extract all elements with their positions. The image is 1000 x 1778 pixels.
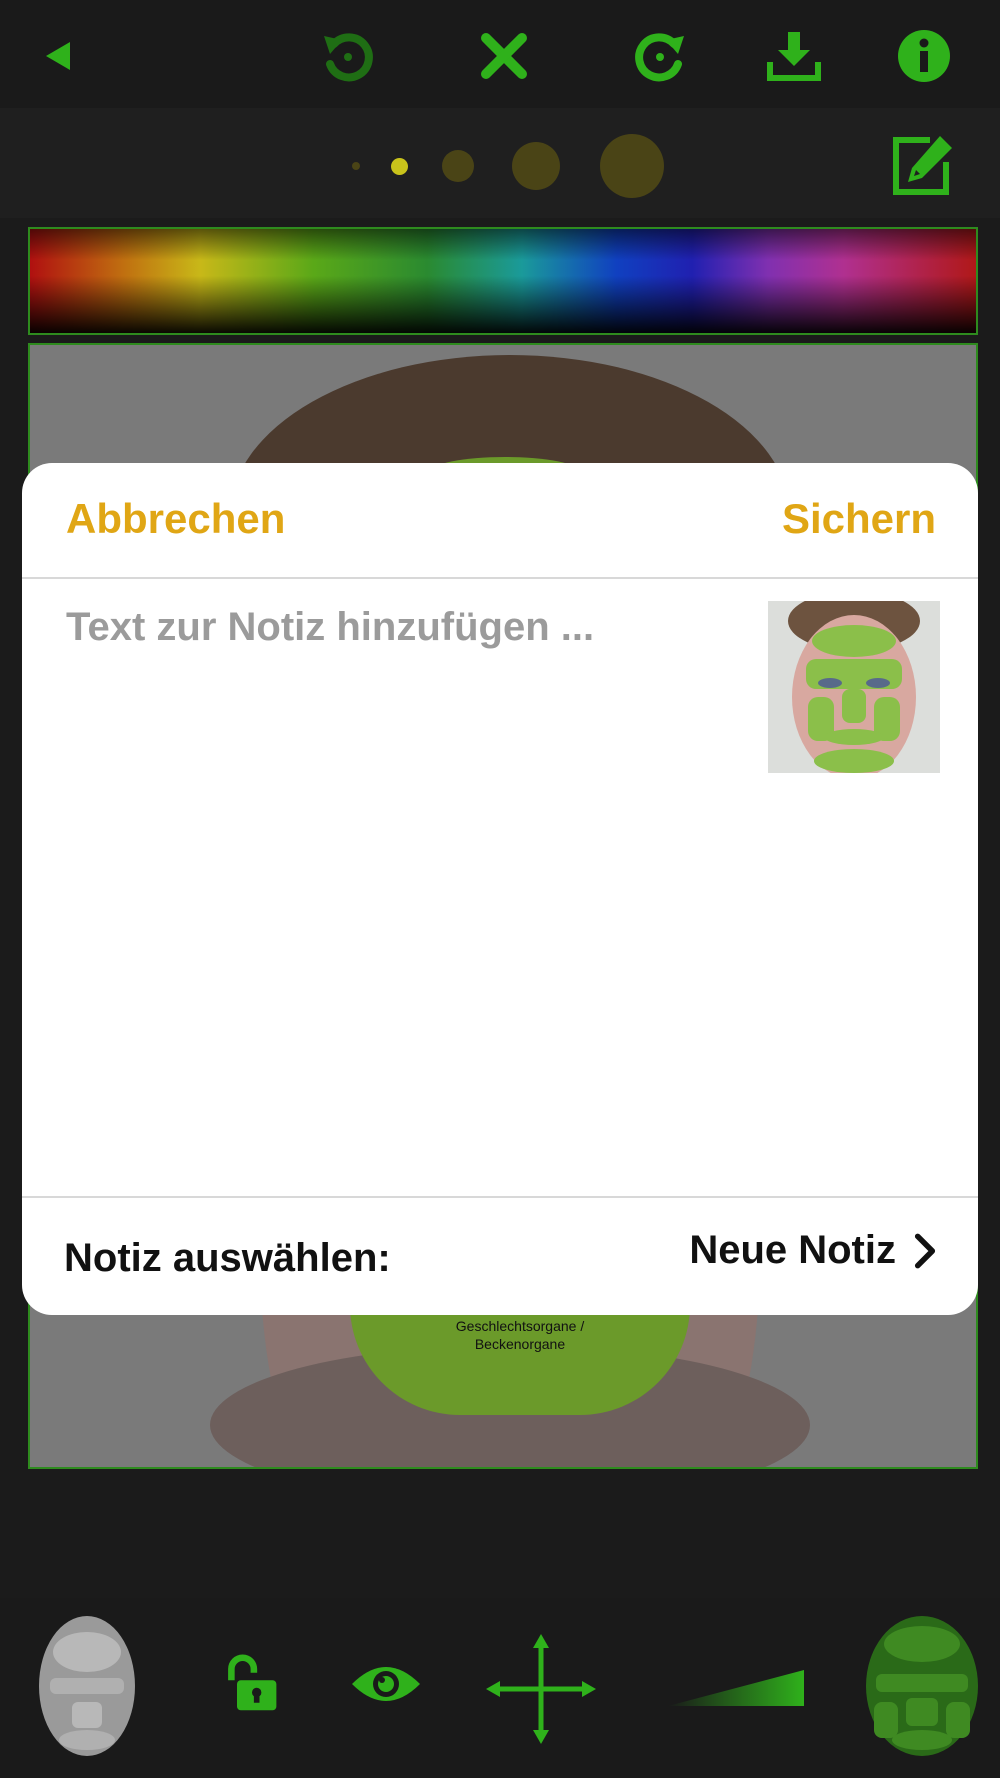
back-icon[interactable] [18,18,94,94]
brush-size-l[interactable] [512,142,560,190]
zone-label: Geschlechtsorgane / Beckenorgane [455,1318,585,1352]
brush-size-xs[interactable] [352,162,360,170]
download-icon[interactable] [756,18,832,94]
chevron-right-icon [914,1233,936,1268]
note-selector-value[interactable]: Neue Notiz [689,1228,936,1273]
selected-note-label: Neue Notiz [689,1228,896,1272]
modal-header: Abbrechen Sichern [22,463,978,579]
undo-icon[interactable] [308,18,384,94]
move-arrows-icon[interactable] [484,1632,598,1746]
redo-icon[interactable] [624,18,700,94]
face-map-green-icon[interactable] [860,1612,984,1760]
close-icon[interactable] [466,18,542,94]
brush-size-s[interactable] [391,158,408,175]
note-text-input[interactable] [64,603,758,1107]
note-selector-row[interactable]: Notiz auswählen: Neue Notiz [22,1196,978,1315]
face-thumbnail[interactable] [768,601,940,773]
unlock-icon[interactable] [220,1652,284,1716]
brush-size-bar [0,108,1000,218]
eye-icon[interactable] [350,1658,422,1710]
opacity-slider-icon[interactable] [668,1668,806,1708]
brush-size-xl[interactable] [600,134,664,198]
note-selector-label: Notiz auswählen: [64,1236,391,1280]
face-map-gray-icon[interactable] [32,1612,142,1760]
bottom-toolbar [0,1598,1000,1778]
color-spectrum-picker[interactable] [28,227,978,335]
cancel-button[interactable]: Abbrechen [66,495,285,543]
edit-note-icon[interactable] [890,132,956,198]
info-icon[interactable] [886,18,962,94]
note-modal: Abbrechen Sichern Notiz auswählen: Neue … [22,463,978,1315]
save-button[interactable]: Sichern [782,495,936,543]
brush-size-m[interactable] [442,150,474,182]
top-toolbar [0,0,1000,108]
